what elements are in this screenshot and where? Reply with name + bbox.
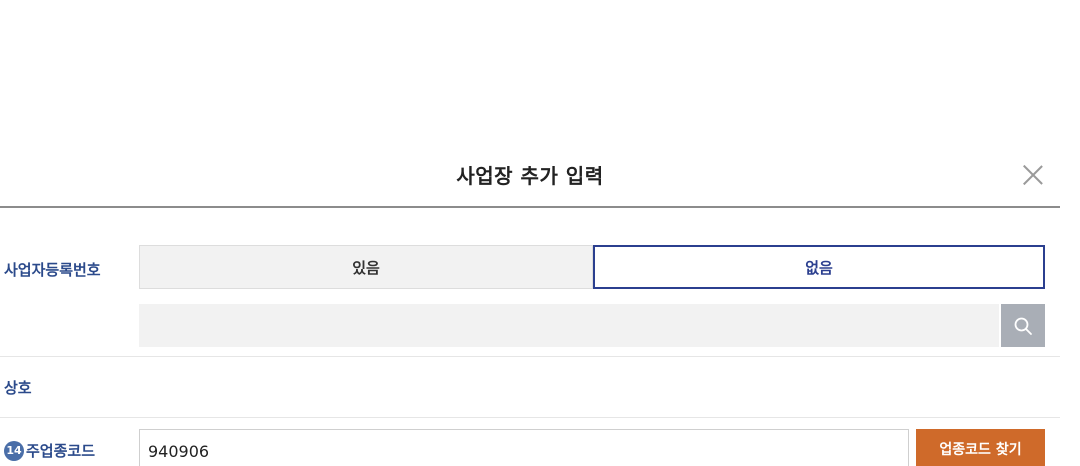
screen: 사업장 추가 입력 사업자등록번호 있음 없음 상호 14 주업종코드 업종코드… (0, 0, 1080, 466)
business-name-label: 상호 (4, 379, 32, 397)
industry-code-input[interactable] (139, 429, 909, 466)
divider (0, 356, 1060, 357)
industry-code-label: 주업종코드 (26, 442, 96, 460)
modal-header: 사업장 추가 입력 (0, 150, 1060, 208)
modal-title: 사업장 추가 입력 (456, 164, 604, 188)
divider (0, 417, 1060, 418)
search-button[interactable] (1001, 304, 1045, 347)
registration-yes-button[interactable]: 있음 (139, 245, 593, 289)
business-registration-input[interactable] (139, 304, 999, 347)
find-industry-code-button[interactable]: 업종코드 찾기 (916, 429, 1045, 466)
business-registration-label: 사업자등록번호 (4, 261, 101, 279)
registration-no-button[interactable]: 없음 (593, 245, 1045, 289)
step-number-badge: 14 (4, 440, 24, 461)
industry-code-label-group: 14 주업종코드 (4, 440, 95, 461)
search-icon (1014, 317, 1032, 335)
device-frame-corner (1000, 0, 1080, 260)
close-icon[interactable] (1022, 164, 1044, 186)
